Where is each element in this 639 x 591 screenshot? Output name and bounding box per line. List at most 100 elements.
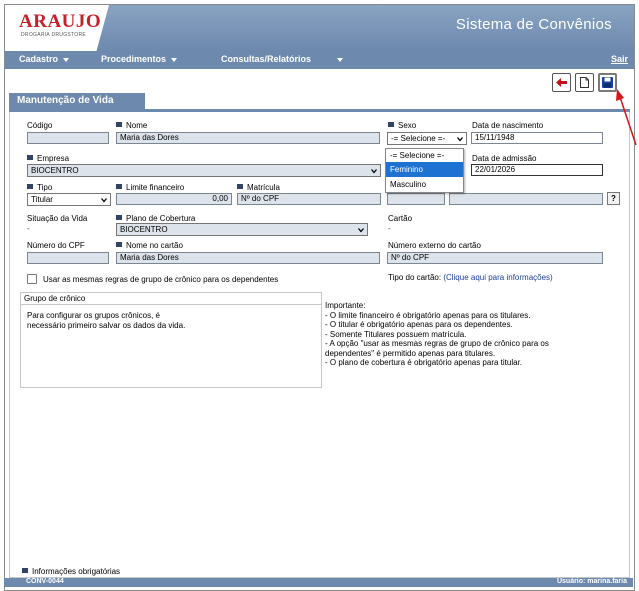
codigo-label: Código	[27, 121, 53, 130]
chevron-down-icon	[101, 198, 107, 203]
tipo-select[interactable]: Titular	[27, 193, 111, 206]
titular-code-field[interactable]	[387, 193, 445, 205]
sexo-option-highlighted[interactable]: Feminino	[386, 162, 463, 177]
note-line: dependentes" é permitido apenas para tit…	[325, 348, 496, 358]
note-line: - A opção "usar as mesmas regras de grup…	[325, 339, 549, 348]
required-marker	[116, 184, 122, 189]
tipo-selected-value: Titular	[31, 195, 53, 204]
save-button[interactable]	[598, 73, 617, 92]
required-marker	[116, 215, 122, 220]
new-document-icon	[580, 77, 589, 88]
externo-label: Número externo do cartão	[388, 241, 481, 250]
nome-label-text: Nome	[126, 121, 148, 130]
admissao-label: Data de admissão	[472, 154, 537, 163]
floppy-disk-icon	[602, 77, 613, 88]
limite-label: Limite financeiro	[116, 183, 184, 192]
plano-selected-value: BIOCENTRO	[120, 225, 168, 234]
araujo-logo: ARAUJO	[19, 11, 102, 32]
plano-label-text: Plano de Cobertura	[126, 214, 196, 223]
cartao-label: Cartão	[388, 214, 413, 223]
tipo-cartao-text: Tipo do cartão:	[388, 273, 442, 282]
note-line: Importante:	[325, 301, 366, 310]
sexo-option[interactable]: -= Selecione =-	[386, 149, 463, 162]
nome-label: Nome	[116, 121, 147, 130]
sexo-select[interactable]: -= Selecione =-	[387, 132, 467, 145]
required-marker	[237, 184, 243, 189]
cpf-field[interactable]	[27, 252, 109, 264]
nome-cartao-label-text: Nome no cartão	[126, 241, 183, 250]
important-notes: Importante: - O limite financeiro é obri…	[325, 301, 585, 368]
sexo-dropdown-list: -= Selecione =- Feminino Masculino	[385, 148, 464, 193]
chevron-down-icon	[337, 57, 344, 62]
situacao-label: Situação da Vida	[27, 214, 88, 223]
note-line: - O titular é obrigatório apenas para os…	[325, 320, 513, 329]
nav-procedimentos[interactable]: Procedimentos	[101, 54, 178, 64]
logout-link[interactable]: Sair	[611, 54, 628, 64]
required-legend-text: Informações obrigatórias	[32, 567, 121, 576]
cronico-message-line: necessário primeiro salvar os dados da v…	[27, 321, 186, 330]
note-line: - Somente Titulares possuem matrícula.	[325, 329, 467, 339]
chevron-down-icon	[457, 137, 463, 142]
cartao-value: -	[388, 224, 391, 233]
tipo-cartao-info-link[interactable]: (Clique aqui para informações)	[443, 273, 552, 282]
tipo-cartao-label: Tipo do cartão: (Clique aqui para inform…	[388, 273, 553, 282]
help-button[interactable]: ?	[607, 192, 620, 205]
empresa-label: Empresa	[27, 154, 69, 163]
chevron-down-icon	[371, 169, 377, 174]
sexo-option[interactable]: Masculino	[386, 177, 463, 192]
externo-field[interactable]: Nº do CPF	[387, 252, 603, 264]
new-button[interactable]	[575, 73, 594, 92]
nome-cartao-label: Nome no cartão	[116, 241, 183, 250]
empresa-label-text: Empresa	[37, 154, 70, 163]
matricula-label: Matrícula	[237, 183, 280, 192]
sexo-label: Sexo	[388, 121, 416, 130]
limite-field[interactable]: 0,00	[116, 193, 232, 205]
logo-area: ARAUJO DROGARIA DRUGSTORE	[5, 5, 109, 51]
nav-procedimentos-label: Procedimentos	[101, 54, 167, 64]
status-bar: CONV-0044 Usuário: marina.faria	[4, 578, 633, 587]
logged-user: Usuário: marina.faria	[556, 578, 627, 585]
required-legend: Informações obrigatórias	[22, 567, 120, 576]
plano-label: Plano de Cobertura	[116, 214, 195, 223]
arrow-left-icon	[556, 78, 567, 87]
screen-code: CONV-0044	[26, 578, 64, 585]
required-marker	[27, 184, 33, 189]
nascimento-label: Data de nascimento	[472, 121, 544, 130]
limite-label-text: Limite financeiro	[126, 183, 185, 192]
logo-subtitle: DROGARIA DRUGSTORE	[21, 32, 87, 38]
situacao-value: -	[27, 224, 30, 233]
plano-select[interactable]: BIOCENTRO	[116, 223, 368, 236]
empresa-select[interactable]: BIOCENTRO	[27, 164, 381, 177]
nascimento-field[interactable]: 15/11/1948	[471, 132, 603, 144]
codigo-field[interactable]	[27, 132, 109, 144]
chevron-down-icon	[171, 57, 178, 62]
empresa-selected-value: BIOCENTRO	[31, 166, 79, 175]
nome-field[interactable]: Maria das Dores	[116, 132, 380, 144]
required-marker	[116, 242, 122, 247]
cronico-message: Para configurar os grupos crônicos, é ne…	[27, 311, 297, 331]
chevron-down-icon	[63, 57, 70, 62]
note-line: - O limite financeiro é obrigatório apen…	[325, 310, 531, 320]
cronico-title: Grupo de crônico	[21, 293, 321, 305]
matricula-field[interactable]: Nº do CPF	[237, 193, 381, 205]
admissao-field[interactable]: 22/01/2026	[471, 164, 603, 176]
note-line: - O plano de cobertura é obrigatório ape…	[325, 358, 523, 367]
nav-consultas-label: Consultas/Relatórios	[221, 54, 312, 64]
nav-cadastro[interactable]: Cadastro	[19, 54, 70, 64]
nome-cartao-field[interactable]: Maria das Dores	[116, 252, 380, 264]
regras-label: Usar as mesmas regras de grupo de crônic…	[43, 275, 279, 284]
required-marker	[22, 568, 28, 573]
tipo-label-text: Tipo	[37, 183, 53, 192]
regras-checkbox[interactable]	[27, 274, 37, 284]
section-title: Manutenção de Vida	[9, 93, 145, 109]
tipo-label: Tipo	[27, 183, 52, 192]
titular-name-field[interactable]	[449, 193, 603, 205]
matricula-label-text: Matrícula	[247, 183, 280, 192]
back-button[interactable]	[552, 73, 571, 92]
nav-consultas[interactable]: Consultas/Relatórios	[221, 54, 344, 64]
required-marker	[27, 155, 33, 160]
cronico-panel: Grupo de crônico Para configurar os grup…	[20, 292, 322, 388]
required-marker	[388, 122, 394, 127]
app-title: Sistema de Convênios	[455, 16, 612, 33]
sexo-label-text: Sexo	[398, 121, 417, 130]
